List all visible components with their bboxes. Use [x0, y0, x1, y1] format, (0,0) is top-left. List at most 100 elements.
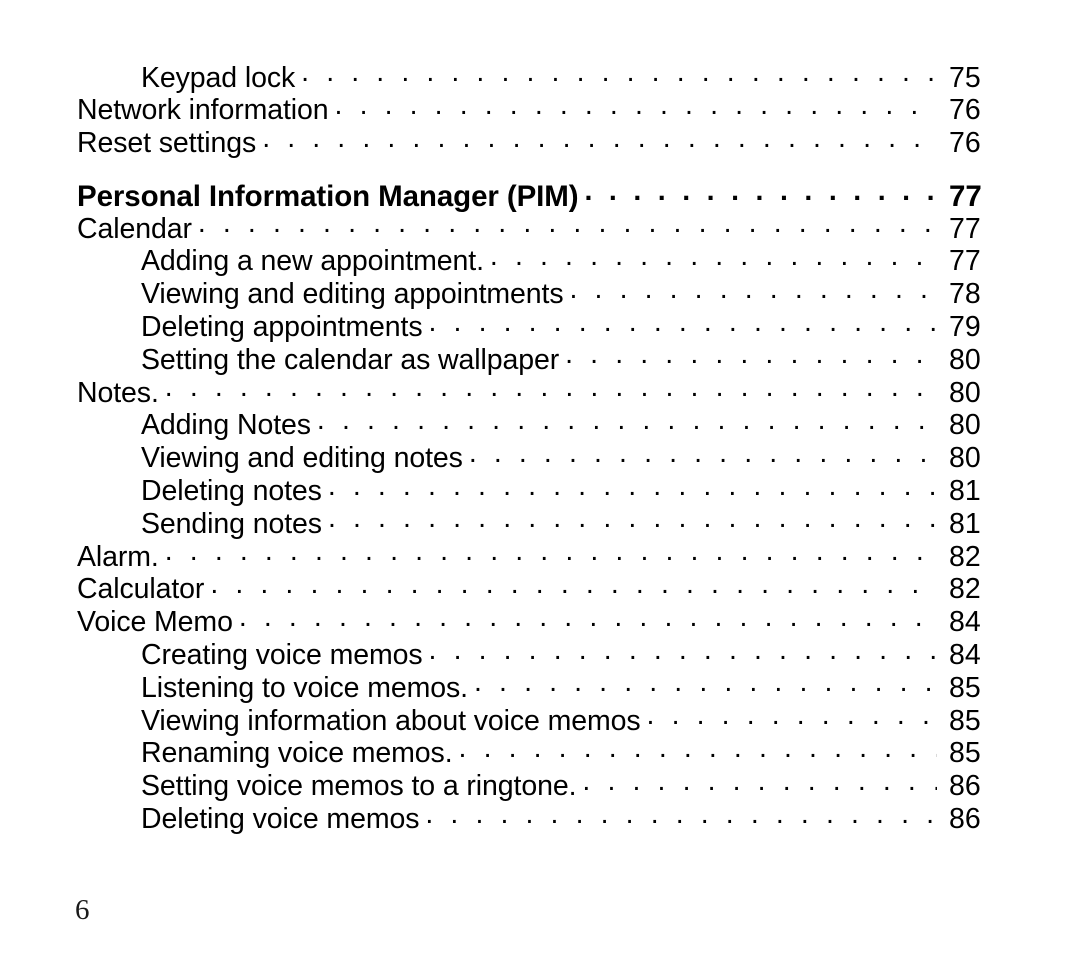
toc-entry-page-number: 80	[949, 343, 981, 376]
toc-entry-label: Notes.	[77, 376, 159, 409]
toc-dot-leader	[565, 340, 937, 369]
toc-dot-leader	[490, 242, 937, 271]
toc-entry-page-number: 85	[949, 671, 981, 704]
toc-entry[interactable]: Deleting appointments 79	[0, 308, 1080, 344]
toc-entry-page-number: 76	[949, 94, 981, 127]
toc-entry-label: Deleting appointments	[141, 311, 423, 344]
toc-entry-title-cell: Calculator	[0, 570, 943, 606]
toc-entry-list: Keypad lock75Network information76Reset …	[0, 58, 1080, 836]
toc-entry-title-cell: Keypad lock	[0, 58, 943, 94]
toc-entry-page-number: 81	[949, 507, 981, 540]
toc-entry-label: Voice Memo	[77, 606, 233, 639]
toc-entry[interactable]: Setting the calendar as wallpaper 80	[0, 340, 1080, 376]
toc-entry-page-number: 78	[949, 278, 981, 311]
toc-entry-page-number: 77	[949, 212, 981, 245]
toc-entry[interactable]: Listening to voice memos. 85	[0, 668, 1080, 704]
toc-entry-title-cell: Setting voice memos to a ringtone.	[0, 767, 943, 803]
toc-entry-label: Viewing information about voice memos	[141, 704, 641, 737]
toc-dot-leader	[198, 209, 937, 238]
toc-entry-label: Keypad lock	[141, 61, 296, 94]
toc-entry-label: Setting the calendar as wallpaper	[141, 343, 560, 376]
toc-entry-page-number: 80	[949, 376, 981, 409]
toc-entry[interactable]: Network information 76	[0, 91, 1080, 127]
toc-entry-label: Reset settings	[77, 127, 257, 160]
toc-dot-leader	[584, 176, 937, 206]
toc-entry[interactable]: Deleting voice memos 86	[0, 800, 1080, 836]
toc-entry[interactable]: Keypad lock 75	[0, 58, 1080, 94]
toc-entry-page-number: 80	[949, 409, 981, 442]
toc-entry-title-cell: Creating voice memos	[0, 636, 943, 672]
toc-entry[interactable]: Notes. 80	[0, 373, 1080, 409]
toc-dot-leader	[425, 800, 937, 829]
toc-entry-page-number: 82	[949, 573, 981, 606]
toc-entry[interactable]: Deleting notes 81	[0, 472, 1080, 508]
toc-entry-title-cell: Viewing information about voice memos	[0, 701, 943, 737]
toc-entry[interactable]: Viewing information about voice memos 85	[0, 701, 1080, 737]
toc-entry-page-number: 77	[949, 179, 982, 213]
toc-entry-page-number: 85	[949, 737, 981, 770]
toc-entry[interactable]: Viewing and editing notes 80	[0, 439, 1080, 475]
toc-entry-title-cell: Deleting voice memos	[0, 800, 943, 836]
toc-entry-title-cell: Calendar	[0, 209, 943, 245]
toc-entry-label: Renaming voice memos.	[141, 737, 453, 770]
toc-entry-label: Adding a new appointment.	[141, 245, 484, 278]
toc-entry-label: Deleting voice memos	[141, 803, 420, 836]
toc-entry-page-number: 77	[949, 245, 981, 278]
toc-entry[interactable]: Renaming voice memos. 85	[0, 734, 1080, 770]
toc-entry[interactable]: Creating voice memos 84	[0, 636, 1080, 672]
toc-entry[interactable]: Calculator 82	[0, 570, 1080, 606]
toc-entry-label: Sending notes	[141, 507, 322, 540]
toc-dot-leader	[335, 91, 937, 120]
toc-entry-label: Calendar	[77, 212, 192, 245]
toc-entry-label: Network information	[77, 94, 329, 127]
toc-entry-title-cell: Notes.	[0, 373, 943, 409]
toc-dot-leader	[328, 504, 937, 533]
toc-entry-label: Adding Notes	[141, 409, 311, 442]
toc-entry-title-cell: Setting the calendar as wallpaper	[0, 340, 943, 376]
toc-entry-title-cell: Viewing and editing appointments	[0, 275, 943, 311]
toc-entry[interactable]: Sending notes 81	[0, 504, 1080, 540]
toc-dot-leader	[429, 308, 938, 337]
toc-entry-title-cell: Deleting notes	[0, 472, 943, 508]
toc-entry-label: Viewing and editing notes	[141, 442, 463, 475]
toc-dot-leader	[647, 701, 937, 730]
toc-entry[interactable]: Adding Notes 80	[0, 406, 1080, 442]
toc-dot-leader	[210, 570, 937, 599]
toc-entry-page-number: 80	[949, 442, 981, 475]
toc-entry[interactable]: Alarm. 82	[0, 537, 1080, 573]
toc-entry-page-number: 81	[949, 475, 981, 508]
toc-entry-title-cell: Adding Notes	[0, 406, 943, 442]
toc-entry-label: Viewing and editing appointments	[141, 278, 564, 311]
toc-entry-page-number: 84	[949, 639, 981, 672]
toc-entry-page-number: 75	[949, 61, 981, 94]
toc-entry[interactable]: Setting voice memos to a ringtone. 86	[0, 767, 1080, 803]
toc-entry-label: Setting voice memos to a ringtone.	[141, 770, 577, 803]
toc-entry-page-number: 86	[949, 770, 981, 803]
toc-entry-title-cell: Renaming voice memos.	[0, 734, 943, 770]
toc-entry-title-cell: Alarm.	[0, 537, 943, 573]
toc-entry[interactable]: Adding a new appointment. 77	[0, 242, 1080, 278]
toc-dot-leader	[239, 603, 937, 632]
toc-dot-leader	[262, 124, 937, 153]
toc-entry-label: Creating voice memos	[141, 639, 423, 672]
toc-entry[interactable]: Calendar 77	[0, 209, 1080, 245]
toc-dot-leader	[474, 668, 937, 697]
toc-entry-title-cell: Network information	[0, 91, 943, 127]
toc-entry-page-number: 76	[949, 127, 981, 160]
toc-dot-leader	[165, 537, 937, 566]
toc-entry-label: Deleting notes	[141, 475, 322, 508]
toc-entry[interactable]: Personal Information Manager (PIM)77	[0, 176, 1080, 212]
toc-entry[interactable]: Voice Memo 84	[0, 603, 1080, 639]
toc-entry[interactable]: Reset settings 76	[0, 124, 1080, 160]
toc-entry-title-cell: Voice Memo	[0, 603, 943, 639]
page-folio: 6	[75, 894, 90, 926]
toc-dot-leader	[459, 734, 937, 763]
toc-dot-leader	[328, 472, 937, 501]
toc-entry[interactable]: Viewing and editing appointments 78	[0, 275, 1080, 311]
toc-entry-page-number: 82	[949, 540, 981, 573]
toc-page: Keypad lock75Network information76Reset …	[0, 0, 1080, 963]
toc-entry-label: Alarm.	[77, 540, 159, 573]
toc-dot-leader	[582, 767, 937, 796]
toc-dot-leader	[317, 406, 937, 435]
toc-dot-leader	[570, 275, 938, 304]
